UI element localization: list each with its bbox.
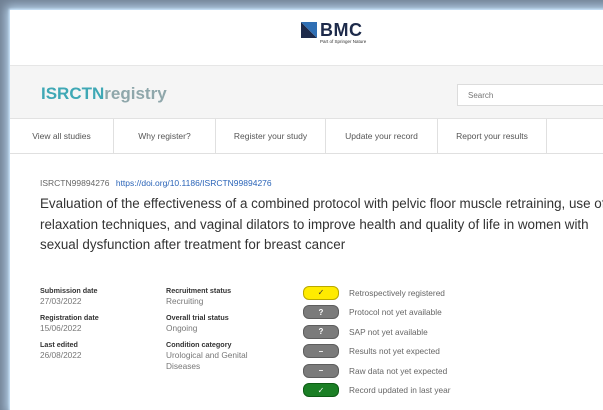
badge-label: Record updated in last year <box>349 385 451 396</box>
badge-raw-data[interactable]: – Raw data not yet expected <box>303 361 450 381</box>
page-title: Evaluation of the effectiveness of a com… <box>40 196 603 252</box>
badge-label: Retrospectively registered <box>349 287 445 298</box>
question-icon: ? <box>303 324 339 339</box>
submission-date-label: Submission date <box>40 286 98 295</box>
condition-label: Condition category <box>166 340 232 349</box>
recruitment-status-label: Recruitment status <box>166 286 232 295</box>
nav-update-your-record[interactable]: Update your record <box>326 119 438 153</box>
registration-date: 15/06/2022 <box>40 323 82 333</box>
check-icon: ✓ <box>303 383 339 398</box>
overall-status-label: Overall trial status <box>166 313 229 322</box>
main-nav: View all studies Why register? Register … <box>10 119 603 154</box>
logo-part1: ISRCTN <box>41 84 105 103</box>
logo-part2: registry <box>104 84 167 103</box>
isrctn-logo[interactable]: ISRCTNregistry <box>41 84 167 104</box>
badge-retrospectively-registered[interactable]: ✓ Retrospectively registered <box>303 283 450 303</box>
badge-sap[interactable]: ? SAP not yet available <box>303 322 450 342</box>
search-box[interactable] <box>457 84 603 106</box>
submission-date: 27/03/2022 <box>40 296 82 306</box>
bmc-logo[interactable]: BMC Part of Springer Nature <box>301 20 367 45</box>
record-id-line: ISRCTN99894276 https://doi.org/10.1186/I… <box>40 178 272 188</box>
question-icon: ? <box>303 305 339 320</box>
bmc-brand-sub: Part of Springer Nature <box>320 39 367 44</box>
badge-label: Raw data not yet expected <box>349 365 448 376</box>
badge-results[interactable]: – Results not yet expected <box>303 342 450 362</box>
browser-page: BMC Part of Springer Nature ISRCTNregist… <box>10 10 603 410</box>
nav-register-your-study[interactable]: Register your study <box>216 119 326 153</box>
nav-why-register[interactable]: Why register? <box>114 119 216 153</box>
badge-record-updated[interactable]: ✓ Record updated in last year <box>303 381 450 401</box>
badge-label: Protocol not yet available <box>349 307 442 318</box>
last-edited-label: Last edited <box>40 340 78 349</box>
dates-column: Submission date 27/03/2022 Registration … <box>40 285 99 366</box>
check-icon: ✓ <box>303 285 339 300</box>
bmc-brand: BMC <box>320 20 363 40</box>
nav-report-your-results[interactable]: Report your results <box>438 119 547 153</box>
bmc-header: BMC Part of Springer Nature <box>10 10 603 66</box>
registration-date-label: Registration date <box>40 313 99 322</box>
doi-link[interactable]: https://doi.org/10.1186/ISRCTN99894276 <box>116 178 272 188</box>
overall-status: Ongoing <box>166 323 198 333</box>
status-column: Recruitment status Recruiting Overall tr… <box>166 285 276 377</box>
recruitment-status: Recruiting <box>166 296 204 306</box>
search-input[interactable] <box>458 85 603 106</box>
record-id: ISRCTN99894276 <box>40 178 110 188</box>
condition: Urological and Genital Diseases <box>166 350 248 371</box>
badge-label: Results not yet expected <box>349 346 440 357</box>
registry-bar: ISRCTNregistry <box>10 66 603 119</box>
last-edited: 26/08/2022 <box>40 350 82 360</box>
status-badges: ✓ Retrospectively registered ? Protocol … <box>303 283 450 400</box>
nav-view-all-studies[interactable]: View all studies <box>10 119 114 153</box>
bmc-logo-icon <box>301 22 317 38</box>
dash-icon: – <box>303 363 339 378</box>
dash-icon: – <box>303 344 339 359</box>
badge-label: SAP not yet available <box>349 326 428 337</box>
badge-protocol[interactable]: ? Protocol not yet available <box>303 303 450 323</box>
